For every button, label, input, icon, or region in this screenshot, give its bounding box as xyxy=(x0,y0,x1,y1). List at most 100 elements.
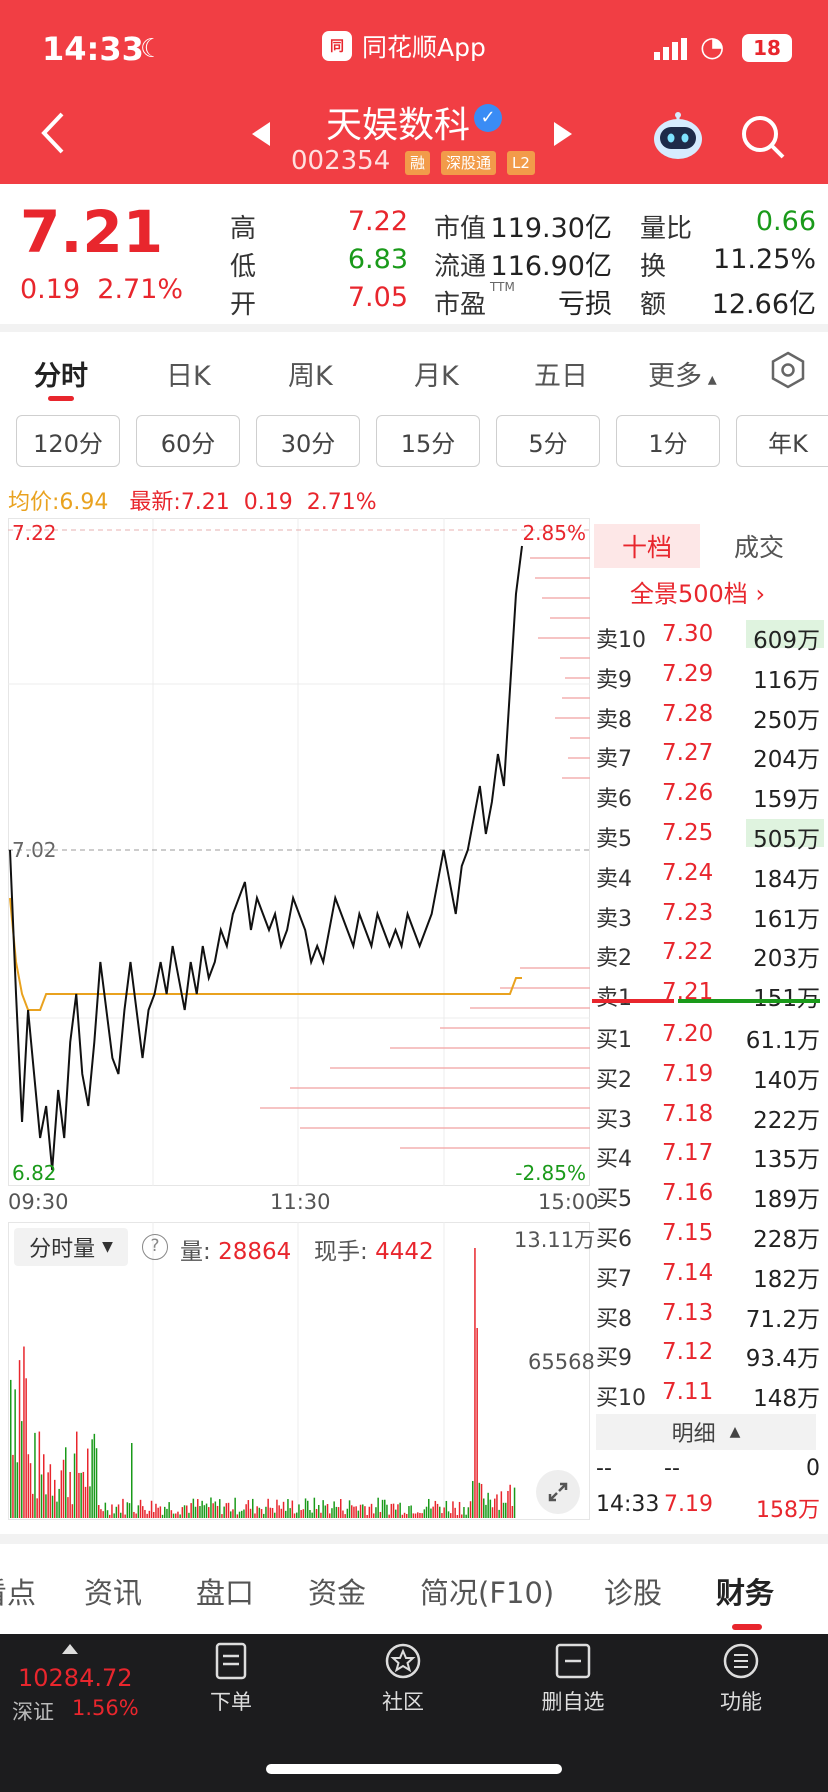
volume-amount: 量: 28864 xyxy=(180,1232,291,1266)
bid-row[interactable]: 买5 7.16 189万 xyxy=(592,1173,828,1213)
info-tab[interactable]: 简况(F10) xyxy=(420,1570,554,1612)
robot-assistant-icon[interactable] xyxy=(652,112,704,162)
ask-row[interactable]: 卖2 7.22 203万 xyxy=(592,932,828,972)
info-tab[interactable]: 资讯 xyxy=(84,1570,142,1612)
community-button[interactable]: 社区 xyxy=(348,1642,458,1716)
volume-bar xyxy=(392,1503,395,1518)
expand-chart-button[interactable] xyxy=(536,1470,580,1514)
volume-bar xyxy=(201,1500,203,1518)
volume-bar xyxy=(54,1479,56,1518)
volume-bar xyxy=(434,1500,437,1518)
period-button[interactable]: 年K xyxy=(736,415,828,467)
order-vol: 159万 xyxy=(753,787,820,814)
ask-row[interactable]: 卖6 7.26 159万 xyxy=(592,773,828,813)
bid-row[interactable]: 买8 7.13 71.2万 xyxy=(592,1293,828,1333)
period-button[interactable]: 5分 xyxy=(496,415,600,467)
info-tab[interactable]: 诊股 xyxy=(604,1570,662,1612)
volume-bar xyxy=(296,1512,298,1518)
volume-bar xyxy=(16,1462,19,1518)
volume-bar xyxy=(194,1506,197,1518)
order-vol: 116万 xyxy=(753,667,820,694)
volume-bar xyxy=(78,1472,80,1518)
chart-tab[interactable]: 分时 xyxy=(34,354,88,393)
chart-tab-label: 月K xyxy=(414,361,459,392)
tab-deals[interactable]: 成交 xyxy=(706,524,812,568)
order-button[interactable]: 下单 xyxy=(176,1642,286,1716)
prev-stock-button[interactable] xyxy=(250,120,272,155)
order-label: 买9 xyxy=(596,1346,632,1372)
full-depth-link[interactable]: 全景500档 › xyxy=(630,574,765,609)
volume-bar xyxy=(100,1509,102,1518)
ask-row[interactable]: 卖10 7.30 609万 xyxy=(592,614,828,654)
order-vol: 151万 xyxy=(753,979,820,1013)
intraday-price-chart[interactable]: 7.22 7.02 6.82 2.85% -2.85% xyxy=(8,518,590,1186)
bid-row[interactable]: 买10 7.11 148万 xyxy=(592,1372,828,1412)
bid-row[interactable]: 买9 7.12 93.4万 xyxy=(592,1332,828,1372)
app-label[interactable]: 同 同花顺App xyxy=(322,26,486,66)
volume-bar xyxy=(406,1513,408,1518)
latest-value: 7.21 xyxy=(180,490,230,515)
chart-tab[interactable]: 月K xyxy=(414,354,459,393)
expand-up-icon[interactable] xyxy=(62,1644,78,1654)
bid-row[interactable]: 买7 7.14 182万 xyxy=(592,1253,828,1293)
volume-bar xyxy=(368,1506,371,1518)
volume-bar xyxy=(278,1505,280,1518)
info-tab[interactable]: 财务 xyxy=(716,1570,774,1612)
info-tab[interactable]: 看点 xyxy=(0,1570,36,1612)
next-stock-button[interactable] xyxy=(552,120,574,155)
volume-bar xyxy=(177,1511,179,1518)
chart-settings-icon[interactable] xyxy=(768,350,808,390)
quote-field-label: 额 xyxy=(640,290,667,320)
ask-row[interactable]: 卖4 7.24 184万 xyxy=(592,853,828,893)
bid-row[interactable]: 买1 7.20 61.1万 xyxy=(592,1014,828,1054)
back-button[interactable] xyxy=(38,110,78,170)
volume-bar xyxy=(478,1482,481,1518)
ask-row[interactable]: 卖5 7.25 505万 xyxy=(592,813,828,853)
detail-toggle[interactable]: 明细 ▲ xyxy=(596,1414,816,1450)
home-indicator xyxy=(266,1764,562,1774)
period-button[interactable]: 1分 xyxy=(616,415,720,467)
volume-bar xyxy=(450,1513,452,1518)
bid-row[interactable]: 买6 7.15 228万 xyxy=(592,1213,828,1253)
volume-bar xyxy=(421,1513,423,1518)
bid-row[interactable]: 买2 7.19 140万 xyxy=(592,1054,828,1094)
bid-row[interactable]: 买3 7.18 222万 xyxy=(592,1094,828,1134)
search-icon[interactable] xyxy=(740,114,786,160)
ask-row[interactable]: 卖8 7.28 250万 xyxy=(592,694,828,734)
chart-tab[interactable]: 周K xyxy=(288,354,333,393)
period-button[interactable]: 120分 xyxy=(16,415,120,467)
volume-bar xyxy=(148,1510,151,1518)
ask-row[interactable]: 卖7 7.27 204万 xyxy=(592,733,828,773)
remove-watchlist-button[interactable]: 删自选 xyxy=(518,1642,628,1716)
ask-row[interactable]: 卖3 7.23 161万 xyxy=(592,893,828,933)
tag-level2: L2 xyxy=(507,151,535,175)
chart-tab[interactable]: 日K xyxy=(166,354,211,393)
tab-ten-levels[interactable]: 十档 xyxy=(594,524,700,568)
chart-tab[interactable]: 五日 xyxy=(534,354,588,393)
function-button[interactable]: 功能 xyxy=(686,1642,796,1716)
ask-row[interactable]: 卖17.21151万 xyxy=(592,972,828,1012)
volume-type-dropdown[interactable]: 分时量 ▼ xyxy=(14,1228,128,1266)
period-button[interactable]: 30分 xyxy=(256,415,360,467)
order-vol: 140万 xyxy=(753,1067,820,1094)
volume-bar xyxy=(443,1507,445,1518)
chart-tab-label: 五日 xyxy=(534,361,588,392)
volume-amount-label: 量: xyxy=(180,1239,211,1265)
period-button[interactable]: 60分 xyxy=(136,415,240,467)
order-price: 7.23 xyxy=(662,899,714,926)
help-icon[interactable]: ? xyxy=(142,1234,168,1260)
ask-row[interactable]: 卖9 7.29 116万 xyxy=(592,654,828,694)
chart-tab[interactable]: 更多 ▴ xyxy=(648,354,717,393)
order-label: 买2 xyxy=(596,1067,632,1093)
volume-bar xyxy=(43,1454,45,1518)
trade-price: 7.19 xyxy=(664,1492,713,1517)
info-tab[interactable]: 资金 xyxy=(308,1570,366,1612)
order-price: 7.12 xyxy=(662,1339,714,1366)
period-button[interactable]: 15分 xyxy=(376,415,480,467)
volume-bar xyxy=(199,1506,201,1518)
info-tab[interactable]: 盘口 xyxy=(196,1570,254,1612)
volume-chart[interactable] xyxy=(8,1222,590,1520)
bid-row[interactable]: 买4 7.17 135万 xyxy=(592,1133,828,1173)
volume-bar xyxy=(313,1497,316,1518)
index-value[interactable]: 10284.72 xyxy=(18,1664,133,1692)
